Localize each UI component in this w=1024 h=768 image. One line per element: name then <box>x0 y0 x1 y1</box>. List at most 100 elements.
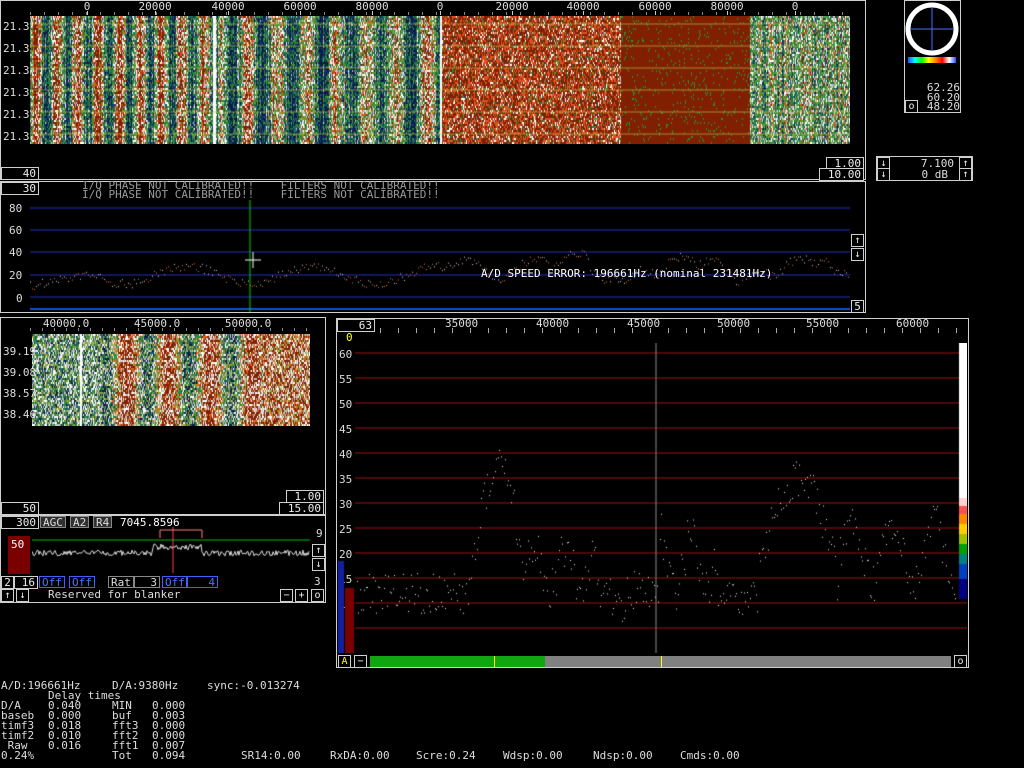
hires-minor-tick <box>794 328 795 333</box>
baseband-box-16[interactable]: 16 <box>14 576 38 589</box>
freq-minor-tick <box>688 12 689 15</box>
small-waterfall-time-label: 39.19 <box>3 345 37 358</box>
baseband-value-4[interactable]: 4 <box>186 576 218 588</box>
baseband-spectrum-display[interactable] <box>32 527 312 575</box>
freq-minor-tick <box>646 12 647 15</box>
hires-box-left[interactable]: 63 <box>337 319 375 332</box>
hires-progress-bar[interactable] <box>370 656 951 667</box>
hires-minor-tick <box>470 328 471 333</box>
sync-value: sync:-0.013274 <box>207 679 300 692</box>
hires-minus-button[interactable]: − <box>354 655 367 668</box>
freq-tick-mark <box>300 11 301 15</box>
freq-tick-mark <box>228 11 229 15</box>
small-minor-tick <box>66 328 67 331</box>
main-waterfall-freq-scale[interactable]: 0 20000 40000 60000 80000 0 20000 40000 60000 800… <box>30 0 850 15</box>
hires-o-button[interactable]: o <box>954 655 967 668</box>
blanker-up-arrow-icon[interactable]: ↑ <box>1 589 14 602</box>
gain-value[interactable]: 0 dB <box>892 169 949 180</box>
freq-minor-tick <box>744 12 745 15</box>
baseband-up-arrow-icon[interactable]: ↑ <box>312 544 325 557</box>
blanker-o-button[interactable]: o <box>311 589 324 602</box>
gain-down-arrow-icon[interactable]: ↓ <box>877 168 890 181</box>
hires-minor-tick <box>686 328 687 333</box>
freq-minor-tick <box>30 12 31 15</box>
freq-minor-tick <box>632 12 633 15</box>
freq-minor-tick <box>324 12 325 15</box>
rat-label[interactable]: Rat <box>108 576 134 588</box>
baseband-down-arrow-icon[interactable]: ↓ <box>312 558 325 571</box>
hires-minor-tick <box>560 328 561 333</box>
baseband-box-2[interactable]: 2 <box>1 576 14 589</box>
small-waterfall-box-left[interactable]: 50 <box>1 502 39 515</box>
freq-minor-tick <box>128 12 129 15</box>
small-minor-tick <box>306 328 307 331</box>
ad-speed-error: A/D SPEED ERROR: 196661Hz (nominal 23148… <box>481 267 773 280</box>
freq-tick-mark <box>727 11 728 15</box>
small-minor-tick <box>114 328 115 331</box>
small-minor-tick <box>42 328 43 331</box>
hires-freq-tick: 55000 <box>806 317 840 330</box>
blanker-plus-button[interactable]: + <box>295 589 308 602</box>
small-waterfall-display[interactable] <box>32 334 310 426</box>
freq-minor-tick <box>240 12 241 15</box>
hires-minor-tick <box>596 328 597 333</box>
bottom-stat: RxDA:0.00 <box>330 749 390 762</box>
spectrum-y-label: 80 <box>9 202 23 215</box>
small-minor-tick <box>222 328 223 331</box>
baseband-off-2[interactable]: Off <box>69 576 95 588</box>
baseband-off-1[interactable]: Off <box>39 576 65 588</box>
small-minor-tick <box>138 328 139 331</box>
rat-value[interactable]: 3 <box>134 576 160 588</box>
small-waterfall-freq-scale[interactable]: 40000.0 45000.0 50000.0 <box>30 317 310 331</box>
small-minor-tick <box>246 328 247 331</box>
polar-scope-display <box>905 2 959 56</box>
hires-minor-tick <box>578 328 579 333</box>
hires-minor-tick <box>776 328 777 333</box>
main-waterfall-display[interactable] <box>30 16 850 144</box>
freq-minor-tick <box>436 12 437 15</box>
tot-label: Tot <box>112 749 132 762</box>
spectrum-right-box[interactable]: 5 <box>851 300 864 313</box>
small-minor-tick <box>210 328 211 331</box>
freq-minor-tick <box>702 12 703 15</box>
hires-minor-tick <box>848 328 849 333</box>
baseband-off-3[interactable]: Off <box>162 576 188 588</box>
freq-minor-tick <box>352 12 353 15</box>
spectrum-top-box[interactable]: 30 <box>1 182 39 195</box>
small-minor-tick <box>174 328 175 331</box>
hires-zero-label: 0 <box>346 331 353 344</box>
blanker-minus-button[interactable]: − <box>280 589 293 602</box>
freq-minor-tick <box>464 12 465 15</box>
hires-minor-tick <box>452 328 453 333</box>
baseband-right-top-value: 9 <box>316 527 323 540</box>
hires-a-button[interactable]: A <box>338 655 351 668</box>
main-spectrum-display[interactable] <box>30 200 850 312</box>
main-waterfall-box-r2[interactable]: 10.00 <box>819 168 864 181</box>
hires-minor-tick <box>398 328 399 333</box>
hires-freq-tick: 40000 <box>536 317 570 330</box>
freq-tick-mark <box>87 11 88 15</box>
blanker-down-arrow-icon[interactable]: ↓ <box>16 589 29 602</box>
freq-tick-mark <box>440 11 441 15</box>
freq-minor-tick <box>590 12 591 15</box>
gain-up-arrow-icon[interactable]: ↑ <box>959 168 972 181</box>
hires-minor-tick <box>740 328 741 333</box>
freq-minor-tick <box>604 12 605 15</box>
delay-row-value: 0.016 <box>48 739 82 752</box>
small-minor-tick <box>150 328 151 331</box>
spectrum-up-arrow-icon[interactable]: ↑ <box>851 234 864 247</box>
freq-minor-tick <box>506 12 507 15</box>
small-waterfall-box-r2[interactable]: 15.00 <box>279 502 324 515</box>
freq-minor-tick <box>534 12 535 15</box>
main-waterfall-box-left[interactable]: 40 <box>1 167 39 180</box>
scope-o-button[interactable]: o <box>905 100 918 113</box>
freq-tick-mark <box>583 11 584 15</box>
scope-color-bar <box>908 57 956 63</box>
calibration-warning-2: I/Q PHASE NOT CALIBRATED!! FILTERS NOT C… <box>82 188 440 201</box>
spectrum-down-arrow-icon[interactable]: ↓ <box>851 248 864 261</box>
hires-spectrum-display[interactable] <box>337 343 967 653</box>
hires-minor-tick <box>542 328 543 333</box>
small-minor-tick <box>258 328 259 331</box>
freq-minor-tick <box>380 12 381 15</box>
hires-freq-tick: 35000 <box>445 317 479 330</box>
